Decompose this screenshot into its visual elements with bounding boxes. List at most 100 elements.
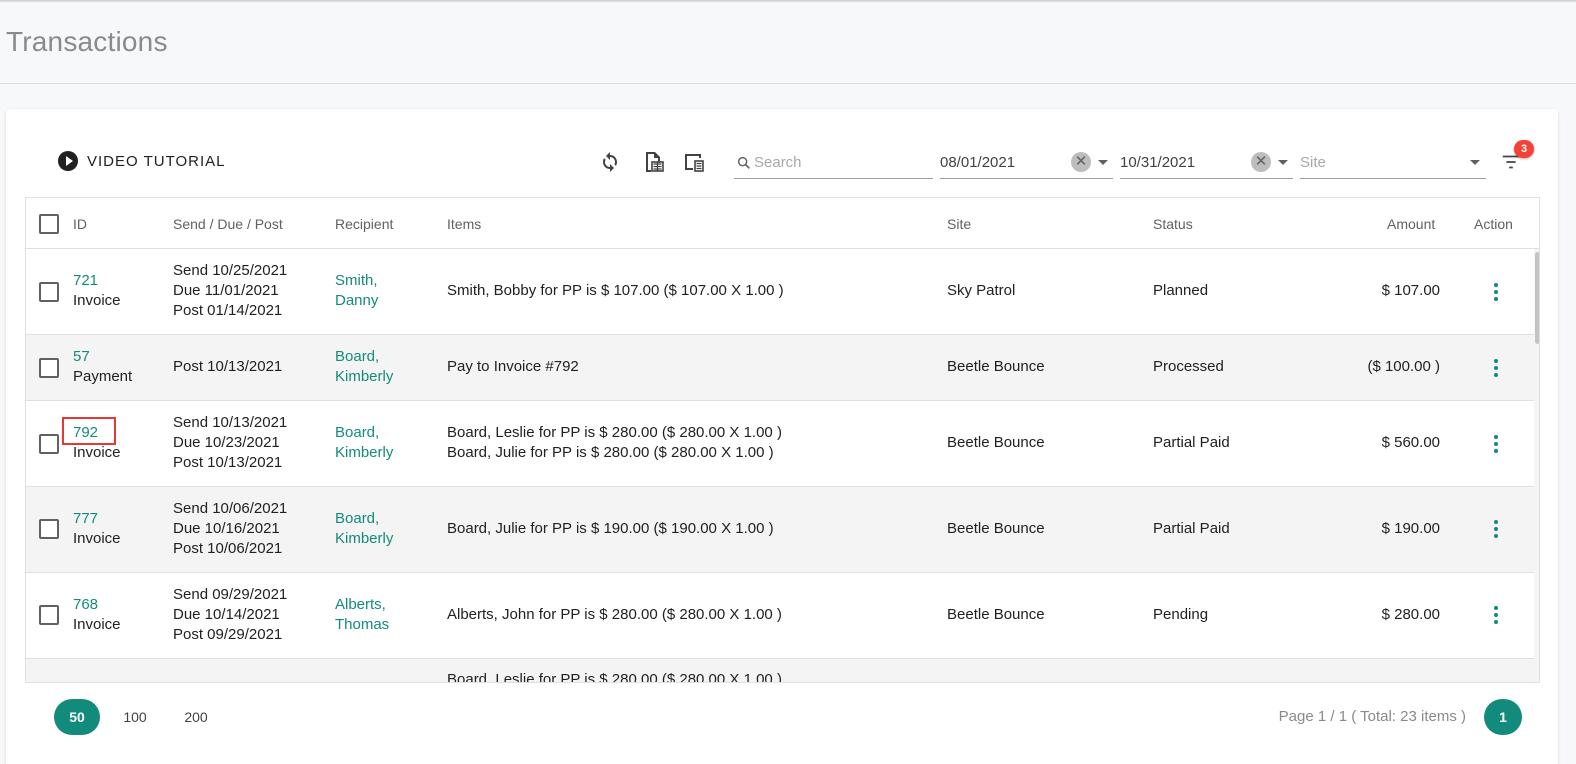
- play-circle-icon: [58, 151, 78, 171]
- transaction-id-link[interactable]: 57: [73, 347, 132, 367]
- row-actions-icon[interactable]: [1492, 359, 1500, 377]
- amount-cell: $ 560.00: [1381, 434, 1440, 451]
- row-checkbox[interactable]: [39, 434, 59, 454]
- table-row[interactable]: 792 Invoice Send 10/13/2021 Due 10/23/20…: [26, 401, 1534, 487]
- col-header-amount[interactable]: Amount: [1387, 216, 1435, 232]
- search-field[interactable]: Search: [734, 148, 933, 179]
- page-size-100-button[interactable]: 100: [112, 699, 158, 735]
- item-line: Alberts, John for PP is $ 280.00 ($ 280.…: [447, 606, 782, 623]
- video-tutorial-label: VIDEO TUTORIAL: [87, 152, 226, 170]
- row-checkbox[interactable]: [39, 282, 59, 302]
- col-header-recipient[interactable]: Recipient: [335, 216, 393, 232]
- recipient-last: Alberts,: [335, 596, 386, 613]
- post-date: Post 01/14/2021: [173, 302, 283, 319]
- recipient-link[interactable]: Board, Kimberly: [335, 423, 393, 463]
- clear-date-to-icon[interactable]: ✕: [1251, 152, 1271, 172]
- item-line: Board, Leslie for PP is $ 280.00 ($ 280.…: [447, 671, 782, 683]
- table-scrollbar[interactable]: [1534, 249, 1539, 682]
- status-cell: Partial Paid: [1153, 520, 1230, 537]
- recipient-first: Kimberly: [335, 368, 394, 385]
- due-date: Due 10/14/2021: [173, 606, 280, 623]
- row-checkbox[interactable]: [39, 519, 59, 539]
- search-input[interactable]: Search: [754, 154, 802, 171]
- table-header: ID Send / Due / Post Recipient Items Sit…: [26, 198, 1539, 249]
- video-tutorial-button[interactable]: VIDEO TUTORIAL: [58, 151, 225, 171]
- page-size-200-button[interactable]: 200: [173, 699, 219, 735]
- send-date: Send 10/13/2021: [173, 414, 288, 431]
- date-to-field[interactable]: 10/31/2021 ✕: [1120, 148, 1293, 179]
- col-header-status[interactable]: Status: [1153, 216, 1193, 232]
- col-header-action: Action: [1474, 216, 1513, 232]
- post-date: Post 09/29/2021: [173, 626, 283, 643]
- columns-icon[interactable]: [682, 150, 706, 174]
- transaction-id-link[interactable]: 777: [73, 509, 121, 529]
- transactions-table: ID Send / Due / Post Recipient Items Sit…: [25, 197, 1540, 683]
- site-dropdown-icon[interactable]: [1470, 160, 1480, 165]
- date-from-input[interactable]: 08/01/2021: [940, 154, 1015, 171]
- site-cell: Beetle Bounce: [947, 434, 1045, 451]
- recipient-link[interactable]: Board, Kimberly: [335, 347, 393, 387]
- col-header-items[interactable]: Items: [447, 216, 481, 232]
- scrollbar-thumb[interactable]: [1535, 252, 1539, 344]
- table-row[interactable]: 768 Invoice Send 09/29/2021 Due 10/14/20…: [26, 573, 1534, 659]
- status-cell: Planned: [1153, 282, 1209, 299]
- date-to-dropdown-icon[interactable]: [1278, 160, 1288, 165]
- recipient-link[interactable]: Alberts, Thomas: [335, 595, 389, 635]
- page-info: Page 1 / 1 ( Total: 23 items ): [1278, 708, 1466, 725]
- item-line: Board, Julie for PP is $ 280.00 ($ 280.0…: [447, 444, 774, 461]
- send-date: Send 10/25/2021: [173, 262, 288, 279]
- status-cell: Processed: [1153, 358, 1224, 375]
- table-row[interactable]: 721 Invoice Send 10/25/2021 Due 11/01/20…: [26, 250, 1534, 335]
- page-size-50-button[interactable]: 50: [54, 699, 100, 735]
- transaction-id-link[interactable]: 792: [73, 423, 121, 443]
- item-line: Board, Leslie for PP is $ 280.00 ($ 280.…: [447, 424, 782, 441]
- col-header-id[interactable]: ID: [73, 216, 87, 232]
- date-to-input[interactable]: 10/31/2021: [1120, 154, 1195, 171]
- row-actions-icon[interactable]: [1492, 520, 1500, 538]
- search-icon: [737, 156, 750, 169]
- row-actions-icon[interactable]: [1492, 435, 1500, 453]
- status-cell: Pending: [1153, 606, 1209, 623]
- table-row[interactable]: 57 Payment Post 10/13/2021 Board, Kimber…: [26, 335, 1534, 401]
- page-1-button[interactable]: 1: [1484, 699, 1522, 735]
- site-cell: Beetle Bounce: [947, 606, 1045, 623]
- row-actions-icon[interactable]: [1492, 283, 1500, 301]
- filter-count-badge: 3: [1514, 140, 1534, 158]
- amount-cell: $ 280.00: [1381, 606, 1440, 623]
- amount-cell: ($ 100.00 ): [1367, 358, 1440, 375]
- date-from-dropdown-icon[interactable]: [1098, 160, 1108, 165]
- post-date: Post 10/06/2021: [173, 540, 283, 557]
- transaction-type: Invoice: [73, 530, 121, 547]
- recipient-link[interactable]: Board, Kimberly: [335, 509, 393, 549]
- top-shadow: [0, 0, 1576, 3]
- due-date: Due 10/16/2021: [173, 520, 280, 537]
- site-select[interactable]: Site: [1300, 148, 1486, 179]
- recipient-first: Danny: [335, 292, 379, 309]
- row-checkbox[interactable]: [39, 358, 59, 378]
- select-all-checkbox[interactable]: [39, 214, 59, 234]
- table-row[interactable]: Board, Leslie for PP is $ 280.00 ($ 280.…: [26, 659, 1534, 683]
- item-line: Pay to Invoice #792: [447, 358, 579, 375]
- date-from-field[interactable]: 08/01/2021 ✕: [940, 148, 1113, 179]
- transaction-id-link[interactable]: 768: [73, 595, 121, 615]
- transaction-type: Invoice: [73, 616, 121, 633]
- recipient-last: Smith,: [335, 272, 378, 289]
- recipient-last: Board,: [335, 348, 380, 365]
- recipient-first: Kimberly: [335, 530, 394, 547]
- recipient-link[interactable]: Smith, Danny: [335, 271, 378, 311]
- export-xls-icon[interactable]: [641, 150, 665, 174]
- row-actions-icon[interactable]: [1492, 606, 1500, 624]
- table-row[interactable]: 777 Invoice Send 10/06/2021 Due 10/16/20…: [26, 487, 1534, 573]
- item-line: Board, Julie for PP is $ 190.00 ($ 190.0…: [447, 520, 774, 537]
- refresh-icon[interactable]: [598, 150, 622, 174]
- due-date: Due 10/23/2021: [173, 434, 280, 451]
- clear-date-from-icon[interactable]: ✕: [1071, 152, 1091, 172]
- transaction-id-link[interactable]: 721: [73, 271, 121, 291]
- transaction-type: Invoice: [73, 444, 121, 461]
- col-header-site[interactable]: Site: [947, 216, 971, 232]
- col-header-dates[interactable]: Send / Due / Post: [173, 216, 283, 232]
- recipient-last: Board,: [335, 424, 380, 441]
- site-placeholder: Site: [1300, 154, 1326, 171]
- row-checkbox[interactable]: [39, 605, 59, 625]
- amount-cell: $ 107.00: [1381, 282, 1440, 299]
